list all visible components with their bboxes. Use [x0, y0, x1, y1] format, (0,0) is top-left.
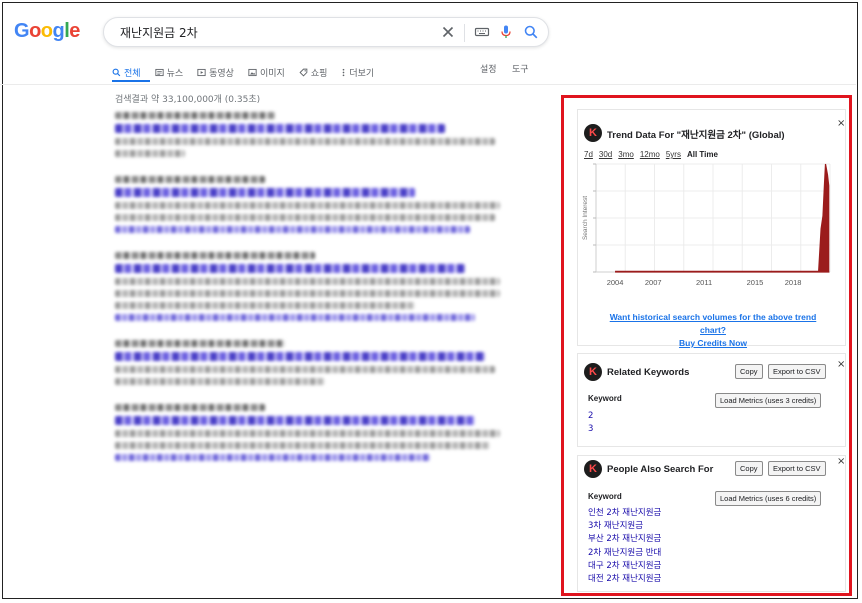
range-3mo[interactable]: 3mo: [618, 150, 634, 159]
time-range-selector: 7d 30d 3mo 12mo 5yrs All Time: [584, 150, 718, 159]
search-input[interactable]: [118, 24, 422, 40]
keyword-column-header: Keyword: [588, 492, 622, 501]
related-keywords-card: K Related Keywords Copy Export to CSV × …: [577, 353, 846, 447]
result-stats: 검색결과 약 33,100,000개 (0.35초): [115, 95, 261, 105]
list-item[interactable]: 부산 2차 재난지원금: [588, 533, 661, 546]
chart-x-tick-label: 2015: [747, 278, 764, 287]
range-5yrs[interactable]: 5yrs: [666, 150, 681, 159]
related-keywords-title: Related Keywords: [607, 367, 690, 378]
tab-label: 이미지: [259, 68, 285, 79]
trend-promo: Want historical search volumes for the a…: [598, 311, 828, 350]
trend-chart: 2004 2007 2011 2015 2018 Search Interest: [582, 163, 831, 287]
search-result[interactable]: [115, 112, 505, 157]
people-also-search-card: K People Also Search For Copy Export to …: [577, 455, 846, 592]
search-result[interactable]: [115, 176, 505, 233]
range-all-time[interactable]: All Time: [687, 150, 718, 159]
more-vert-icon: [343, 68, 345, 76]
keyword-extension-panel: K Trend Data For "재난지원금 2차" (Global) × 7…: [561, 95, 852, 596]
range-7d[interactable]: 7d: [584, 150, 593, 159]
keyword-column-header: Keyword: [588, 394, 622, 403]
people-also-search-title: People Also Search For: [607, 464, 714, 475]
active-tab-indicator: [112, 80, 150, 82]
logo-letter: o: [29, 20, 41, 42]
video-icon: [197, 68, 206, 76]
search-result[interactable]: [115, 340, 505, 385]
google-logo[interactable]: Google: [14, 20, 80, 43]
search-result[interactable]: [115, 404, 505, 461]
search-result[interactable]: [115, 252, 505, 321]
logo-letter: G: [14, 20, 30, 42]
tab-label: 쇼핑: [310, 68, 328, 79]
range-30d[interactable]: 30d: [599, 150, 612, 159]
chart-x-tick-label: 2007: [645, 278, 662, 287]
search-box: [103, 17, 549, 47]
export-csv-button[interactable]: Export to CSV: [768, 364, 826, 379]
tab-label: 동영상: [209, 68, 234, 79]
header-divider: [0, 84, 856, 85]
load-metrics-button[interactable]: Load Metrics (uses 6 credits): [715, 491, 822, 506]
tab-video[interactable]: 동영상: [197, 62, 234, 82]
news-icon: [154, 68, 164, 76]
chart-x-tick-label: 2018: [785, 278, 802, 287]
list-item[interactable]: 인천 2차 재난지원금: [588, 507, 661, 520]
tab-more[interactable]: 더보기: [341, 62, 374, 82]
tab-label: 전체: [124, 68, 141, 79]
copy-button[interactable]: Copy: [735, 364, 763, 379]
search-icon[interactable]: [523, 24, 539, 40]
trend-card: K Trend Data For "재난지원금 2차" (Global) × 7…: [577, 109, 846, 348]
tab-label: 더보기: [349, 68, 375, 79]
tab-images[interactable]: 이미지: [248, 62, 285, 82]
logo-letter: g: [52, 20, 65, 42]
search-results: [115, 112, 505, 480]
search-tabs: 전체 뉴스 동영상 이미지 쇼핑 더보기: [112, 62, 374, 82]
related-keyword-list: 2 3: [588, 410, 593, 436]
tab-news[interactable]: 뉴스: [154, 62, 184, 82]
list-item[interactable]: 대구 2차 재난지원금: [588, 560, 661, 573]
tab-label: 뉴스: [166, 68, 184, 79]
export-csv-button[interactable]: Export to CSV: [768, 461, 826, 476]
people-also-search-list: 인천 2차 재난지원금 3차 재난지원금 부산 2차 재난지원금 2차 재난지원…: [588, 507, 661, 586]
microphone-icon[interactable]: [498, 24, 514, 40]
trend-title: Trend Data For "재난지원금 2차" (Global): [607, 130, 785, 141]
image-icon: [248, 68, 257, 76]
chart-x-tick-label: 2011: [696, 278, 712, 287]
tab-all[interactable]: 전체: [112, 62, 141, 82]
search-icon: [112, 68, 121, 76]
list-item[interactable]: 3: [588, 423, 593, 436]
settings-link[interactable]: 설정: [480, 62, 497, 75]
list-item[interactable]: 2차 재난지원금 반대: [588, 547, 661, 560]
k-logo-icon: K: [584, 460, 602, 478]
tools-link[interactable]: 도구: [512, 62, 529, 75]
close-icon[interactable]: ×: [837, 359, 845, 370]
chart-x-tick-label: 2004: [607, 278, 624, 287]
list-item[interactable]: 대전 2차 재난지원금: [588, 573, 661, 586]
tab-shopping[interactable]: 쇼핑: [299, 62, 328, 82]
copy-button[interactable]: Copy: [735, 461, 763, 476]
load-metrics-button[interactable]: Load Metrics (uses 3 credits): [715, 393, 822, 408]
clear-icon[interactable]: [440, 24, 456, 40]
close-icon[interactable]: ×: [837, 118, 845, 129]
buy-credits-link[interactable]: Buy Credits Now: [598, 337, 828, 350]
k-logo-icon: K: [584, 124, 602, 142]
logo-letter: o: [40, 20, 53, 42]
k-logo-icon: K: [584, 363, 602, 381]
tag-icon: [299, 68, 308, 77]
range-12mo[interactable]: 12mo: [640, 150, 660, 159]
list-item[interactable]: 3차 재난지원금: [588, 520, 661, 533]
historical-volumes-link[interactable]: Want historical search volumes for the a…: [598, 311, 828, 337]
close-icon[interactable]: ×: [837, 456, 845, 467]
logo-letter: e: [69, 20, 80, 42]
list-item[interactable]: 2: [588, 410, 593, 423]
keyboard-icon[interactable]: [474, 24, 490, 40]
search-divider: [464, 24, 465, 42]
chart-y-axis-label: Search Interest: [582, 196, 589, 240]
